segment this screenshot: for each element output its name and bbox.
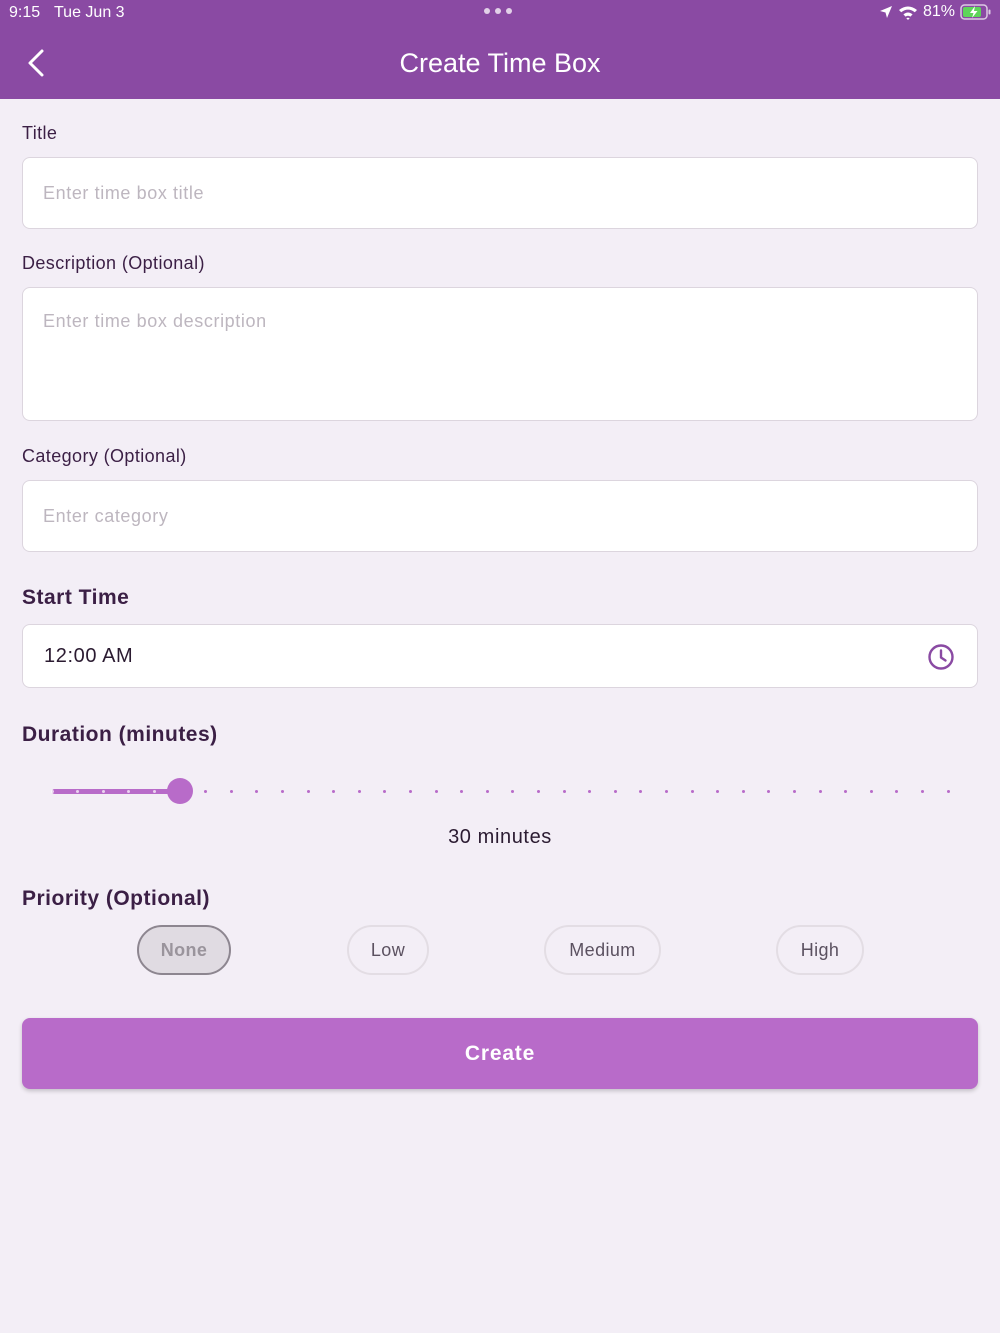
location-arrow-icon: [879, 6, 892, 18]
slider-tick: [408, 790, 412, 793]
title-input[interactable]: [43, 180, 957, 206]
description-field-container: [22, 287, 978, 421]
priority-chip-low[interactable]: Low: [347, 925, 429, 975]
slider-tick: [229, 790, 233, 793]
slider-tick: [383, 790, 387, 793]
slider-tick: [50, 790, 54, 793]
page-title: Create Time Box: [399, 48, 601, 78]
start-time-value: 12:00 AM: [44, 645, 134, 667]
create-button[interactable]: Create: [22, 1018, 978, 1089]
category-label: Category (Optional): [22, 446, 187, 466]
slider-tick: [946, 790, 950, 793]
slider-tick: [741, 790, 745, 793]
slider-tick: [332, 790, 336, 793]
priority-label: Priority (Optional): [22, 887, 210, 910]
status-bar: 9:15 Tue Jun 3 81%: [0, 0, 1000, 26]
title-label: Title: [22, 123, 58, 143]
priority-chip-none[interactable]: None: [137, 925, 231, 975]
slider-tick: [869, 790, 873, 793]
start-time-label: Start Time: [22, 586, 130, 609]
slider-tick: [716, 790, 720, 793]
slider-tick: [818, 790, 822, 793]
description-label: Description (Optional): [22, 253, 205, 273]
slider-tick: [664, 790, 668, 793]
slider-tick: [767, 790, 771, 793]
duration-slider[interactable]: [50, 775, 950, 807]
status-time: 9:15: [9, 4, 41, 21]
wifi-icon: [898, 6, 917, 20]
slider-tick: [920, 790, 924, 793]
slider-tick: [511, 790, 515, 793]
multitasking-dots-icon[interactable]: [484, 8, 512, 14]
status-date: Tue Jun 3: [54, 4, 125, 21]
slider-tick: [562, 790, 566, 793]
slider-tick: [255, 790, 259, 793]
title-field-container: [22, 157, 978, 229]
slider-tick: [204, 790, 208, 793]
priority-chip-medium[interactable]: Medium: [544, 925, 661, 975]
slider-tick: [152, 790, 156, 793]
battery-percentage: 81%: [922, 3, 955, 20]
app-header: 9:15 Tue Jun 3 81% Create Time Box: [0, 0, 1000, 99]
slider-tick: [536, 790, 540, 793]
slider-tick: [792, 790, 796, 793]
slider-tick: [690, 790, 694, 793]
slider-tick: [460, 790, 464, 793]
start-time-field[interactable]: 12:00 AM: [22, 624, 978, 688]
status-indicators: 81%: [879, 3, 992, 21]
slider-active-track: [52, 789, 180, 794]
slider-tick: [306, 790, 310, 793]
slider-tick: [357, 790, 361, 793]
duration-label: Duration (minutes): [22, 723, 218, 746]
clock-icon[interactable]: [927, 643, 955, 671]
slider-tick: [485, 790, 489, 793]
duration-value-text: 30 minutes: [448, 826, 552, 848]
slider-tick: [844, 790, 848, 793]
battery-charging-icon: [960, 4, 991, 20]
priority-chip-high[interactable]: High: [776, 925, 864, 975]
slider-tick: [639, 790, 643, 793]
slider-tick: [280, 790, 284, 793]
slider-thumb[interactable]: [167, 778, 193, 804]
slider-tick: [101, 790, 105, 793]
category-input[interactable]: [43, 503, 957, 529]
description-input[interactable]: [43, 311, 957, 401]
category-field-container: [22, 480, 978, 552]
slider-tick: [895, 790, 899, 793]
slider-tick: [588, 790, 592, 793]
slider-tick: [613, 790, 617, 793]
slider-tick: [434, 790, 438, 793]
